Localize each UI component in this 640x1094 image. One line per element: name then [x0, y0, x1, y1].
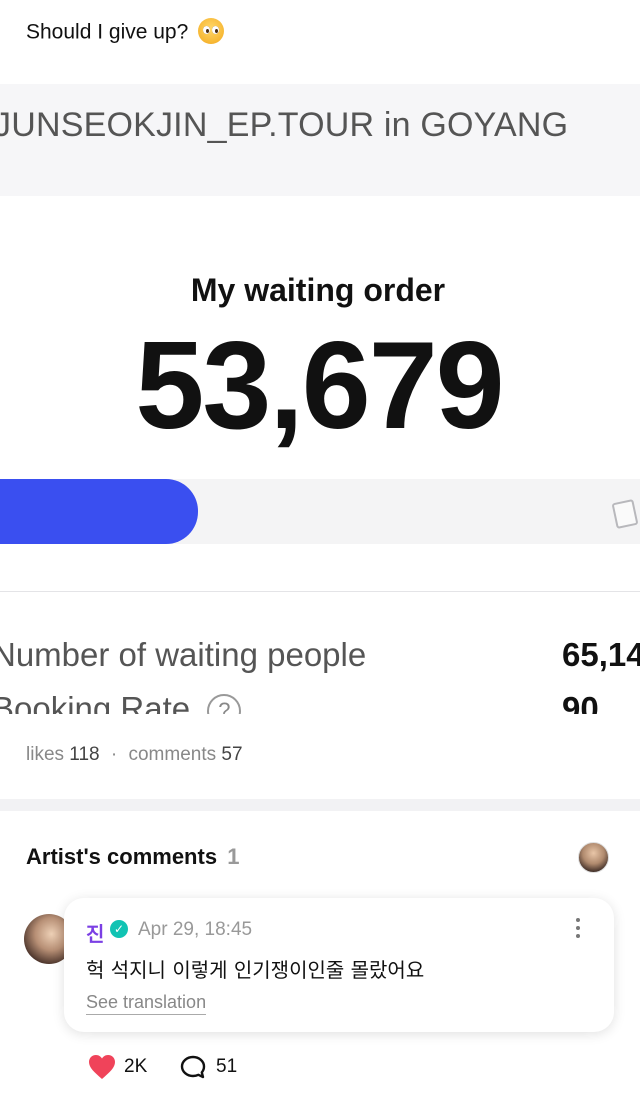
comment-author-name[interactable]: 진 — [86, 918, 104, 947]
ticket-icon — [611, 498, 639, 530]
waiting-order-label: My waiting order — [190, 272, 446, 308]
meta-separator: · — [110, 744, 118, 765]
artist-comments-count: 1 — [227, 844, 240, 869]
reply-bubble-icon[interactable] — [180, 1055, 206, 1079]
waiting-card: My waiting order 53,679 Number of waitin… — [0, 196, 640, 714]
stat-label: Booking Rate — [0, 690, 191, 714]
post-page: Should I give up? JUNSEOKJIN_EP.TOUR in … — [0, 0, 640, 1094]
stat-row-booking-rate: Booking Rate ? 90 — [0, 690, 640, 714]
heart-icon[interactable] — [88, 1054, 116, 1080]
stat-value: 65,14 — [562, 636, 640, 673]
artist-comments-title: Artist's comments — [26, 844, 218, 869]
artist-avatar[interactable] — [578, 842, 609, 873]
comments-count[interactable]: 57 — [221, 744, 242, 765]
comment-text: 헉 석지니 이렇게 인기쟁이인줄 몰랐어요 — [86, 958, 425, 982]
queue-progress-fill — [0, 479, 198, 544]
section-divider — [0, 799, 640, 811]
event-title: JUNSEOKJIN_EP.TOUR in GOYANG — [0, 106, 569, 144]
likes-label: likes — [26, 744, 65, 765]
comment-replies-count: 51 — [216, 1056, 238, 1077]
pleading-face-emoji — [198, 18, 225, 44]
stat-value: 90 — [562, 690, 599, 714]
likes-count[interactable]: 118 — [69, 744, 99, 765]
waiting-order-number: 53,679 — [135, 317, 504, 455]
more-options-icon[interactable] — [572, 918, 584, 942]
queue-progress-bar — [0, 479, 640, 544]
attached-screenshot[interactable]: JUNSEOKJIN_EP.TOUR in GOYANG My waiting … — [0, 84, 640, 714]
artist-comment: 진 ✓ Apr 29, 18:45 헉 석지니 이렇게 인기쟁이인줄 몰랐어요 … — [64, 898, 614, 1032]
comments-label: comments — [128, 744, 217, 765]
stat-row-waiting-people: Number of waiting people 65,14 — [0, 636, 640, 674]
comment-date: Apr 29, 18:45 — [138, 919, 253, 940]
post-meta: likes 118 · comments 57 — [26, 744, 243, 766]
help-icon: ? — [207, 694, 242, 714]
comment-likes-count: 2K — [124, 1056, 148, 1077]
post-text-label: Should I give up? — [26, 20, 189, 44]
post-text: Should I give up? — [26, 18, 225, 46]
stat-label: Number of waiting people — [0, 636, 367, 673]
artist-comments-header: Artist's comments 1 — [26, 844, 239, 870]
divider — [0, 591, 640, 592]
see-translation-link[interactable]: See translation — [86, 992, 207, 1015]
verified-badge-icon: ✓ — [110, 920, 128, 938]
